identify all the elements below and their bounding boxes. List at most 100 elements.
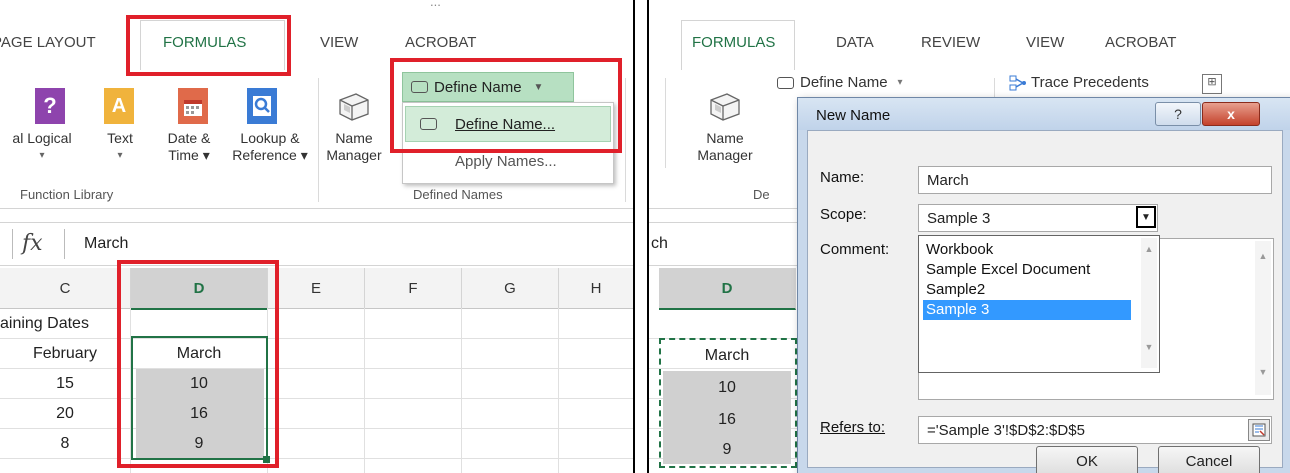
trace-precedents-button[interactable]: Trace Precedents [1009,74,1149,91]
chevron-up-icon: ▲ [1144,244,1154,254]
name-manager-label-2: Manager [697,147,753,163]
scope-label: Scope: [820,206,867,223]
collapse-dialog-icon[interactable] [1248,419,1270,441]
highlight-formulas-tab [126,15,291,76]
chevron-down-icon[interactable]: ▼ [1136,206,1156,228]
new-name-dialog: New Name ? x Name: March Scope: Sample 3… [797,97,1290,473]
highlight-define-name [390,58,622,153]
define-name-label: Define Name [800,74,888,91]
window-title-fragment: ... [430,0,441,9]
cell-c1[interactable]: aining Dates [0,309,130,339]
chevron-down-icon: ▾ [39,150,45,161]
scope-option-selected[interactable]: Sample 3 [923,300,1131,320]
scope-option[interactable]: Workbook [923,240,1155,260]
ok-button[interactable]: OK [1036,446,1138,473]
tab-acrobat[interactable]: ACROBAT [1105,34,1176,51]
name-manager-button[interactable]: Name Manager [322,130,386,164]
logical-icon: ? [35,88,65,124]
name-manager-label-2: Manager [326,147,382,163]
chevron-down-icon: ▼ [1258,367,1268,377]
date-time-label: Date & [167,130,211,146]
tab-view[interactable]: VIEW [320,34,358,51]
tab-review[interactable]: REVIEW [921,34,980,51]
text-button[interactable]: Text ▾ [100,130,140,164]
column-header-e[interactable]: E [268,268,365,309]
column-header-c[interactable]: C [0,268,131,309]
lookup-reference-icon [247,88,277,124]
define-name-icon [777,76,794,89]
column-header-g[interactable]: G [462,268,559,309]
name-input[interactable]: March [918,166,1272,194]
name-manager-label: Name [706,130,744,146]
date-time-label-2: Time ▾ [168,147,210,163]
cancel-button[interactable]: Cancel [1158,446,1260,473]
formula-bar-divider [12,229,13,259]
refers-to-label: Refers to: [820,419,886,436]
scope-option[interactable]: Sample2 [923,280,1155,300]
define-name-button[interactable]: Define Name ▾ [777,74,903,91]
trace-precedents-icon [1009,75,1026,90]
trace-precedents-label: Trace Precedents [1031,74,1149,91]
cell-c5[interactable]: 8 [0,429,130,459]
scope-value: Sample 3 [927,209,991,227]
column-header-h[interactable]: H [559,268,633,309]
show-formulas-icon[interactable]: ⊞ [1202,74,1222,94]
tab-formulas[interactable]: FORMULAS [692,34,775,51]
left-screenshot: ... PAGE LAYOUT FORMULAS VIEW ACROBAT ? … [0,0,635,473]
cell-d5[interactable]: 9 [659,435,795,465]
cell-c2[interactable]: February [0,339,130,369]
scope-option[interactable]: Sample Excel Document [923,260,1155,280]
ribbon-tab-bar: FORMULAS DATA REVIEW VIEW ACROBAT [649,0,1290,72]
name-label: Name: [820,169,865,186]
formula-bar: fx March [0,222,633,266]
close-button[interactable]: x [1202,102,1260,126]
scope-select[interactable]: Sample 3 [918,204,1158,232]
tab-acrobat[interactable]: ACROBAT [405,34,476,51]
name-manager-button[interactable]: Name Manager [693,130,757,164]
refers-to-input[interactable]: ='Sample 3'!$D$2:$D$5 [918,416,1272,444]
lookup-reference-button[interactable]: Lookup & Reference ▾ [224,130,316,164]
text-icon: A [104,88,134,124]
ribbon-divider [625,78,626,202]
tab-data[interactable]: DATA [836,34,874,51]
text-label: Text [107,130,133,146]
date-time-icon [178,88,208,124]
cell-c4[interactable]: 20 [0,399,130,429]
ribbon-divider [318,78,319,202]
name-manager-icon [336,86,372,127]
right-screenshot: FORMULAS DATA REVIEW VIEW ACROBAT Name M… [647,0,1290,473]
dialog-body: Name: March Scope: Sample 3 ▼ Comment: ▲… [807,130,1283,473]
chevron-down-icon: ▾ [897,77,903,88]
chevron-down-icon: ▾ [117,150,123,161]
comment-scrollbar[interactable]: ▲ ▼ [1255,241,1271,395]
chevron-down-icon: ▼ [1144,342,1154,352]
tab-view[interactable]: VIEW [1026,34,1064,51]
tab-page-layout[interactable]: PAGE LAYOUT [0,34,96,51]
column-header-d[interactable]: D [659,268,796,310]
ribbon-divider [665,78,666,168]
cell-d4[interactable]: 16 [659,405,795,435]
formula-input[interactable]: March [84,235,128,253]
comment-label: Comment: [820,241,890,258]
dialog-title-bar: New Name ? x [798,98,1290,130]
cell-d2[interactable]: March [659,341,795,371]
menu-item-apply-names[interactable]: Apply Names... [455,153,557,170]
column-header-f[interactable]: F [365,268,462,309]
name-manager-label: Name [335,130,373,146]
reference-label: Reference ▾ [232,147,308,163]
logical-button[interactable]: al Logical ▾ [0,130,90,164]
logical-label: al Logical [12,130,72,146]
list-scrollbar[interactable]: ▲ ▼ [1141,238,1157,368]
fx-icon[interactable]: fx [22,231,43,256]
date-time-button[interactable]: Date & Time ▾ [155,130,223,164]
formula-input[interactable]: ch [651,235,668,253]
lookup-label: Lookup & [240,130,300,146]
name-manager-icon [707,86,743,127]
dialog-title: New Name [816,107,891,124]
scope-dropdown-list: Workbook Sample Excel Document Sample2 S… [918,235,1160,373]
help-button[interactable]: ? [1155,102,1201,126]
function-library-label: Function Library [20,187,114,202]
defined-names-label-fragment: De [753,187,770,202]
cell-c3[interactable]: 15 [0,369,130,399]
cell-d3[interactable]: 10 [659,373,795,403]
